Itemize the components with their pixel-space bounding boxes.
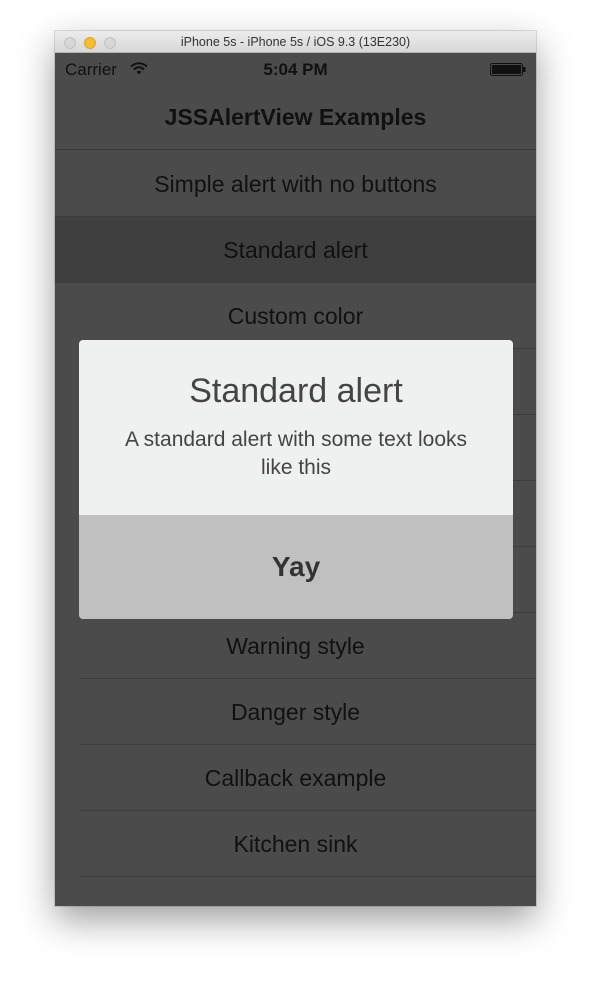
battery-icon (490, 63, 526, 81)
list-item[interactable]: Standard alert (55, 217, 536, 283)
navigation-bar: JSSAlertView Examples (55, 83, 536, 150)
simulator-window: iPhone 5s - iPhone 5s / iOS 9.3 (13E230)… (55, 31, 536, 906)
alert-message: A standard alert with some text looks li… (125, 428, 467, 479)
alert-dialog: Standard alert A standard alert with som… (79, 340, 513, 619)
window-title: iPhone 5s - iPhone 5s / iOS 9.3 (13E230) (180, 35, 411, 49)
list-item[interactable]: Warning style (55, 613, 536, 679)
list-item-label: Warning style (226, 633, 365, 659)
list-item-label: Standard alert (223, 237, 368, 263)
list-item-label: Simple alert with no buttons (154, 171, 437, 197)
alert-confirm-button[interactable]: Yay (79, 515, 513, 619)
alert-title: Standard alert (189, 372, 403, 410)
nav-title: JSSAlertView Examples (164, 104, 427, 130)
list-item-label: Callback example (204, 765, 387, 791)
list-item[interactable]: Kitchen sink (55, 811, 536, 877)
status-bar: Carrier 5:04 PM (55, 53, 536, 83)
list-item-label: Danger style (230, 699, 361, 725)
device-screen: Carrier 5:04 PM JSSAlertView Examples Si… (55, 53, 536, 906)
list-item[interactable]: Simple alert with no buttons (55, 151, 536, 217)
list-item[interactable]: Danger style (55, 679, 536, 745)
alert-body: Standard alert A standard alert with som… (79, 340, 513, 515)
list-item[interactable]: Callback example (55, 745, 536, 811)
list-item-label: Custom color (227, 303, 364, 329)
status-time: 5:04 PM (263, 60, 328, 79)
window-titlebar: iPhone 5s - iPhone 5s / iOS 9.3 (13E230) (55, 31, 536, 53)
list-item-label: Kitchen sink (233, 831, 358, 857)
